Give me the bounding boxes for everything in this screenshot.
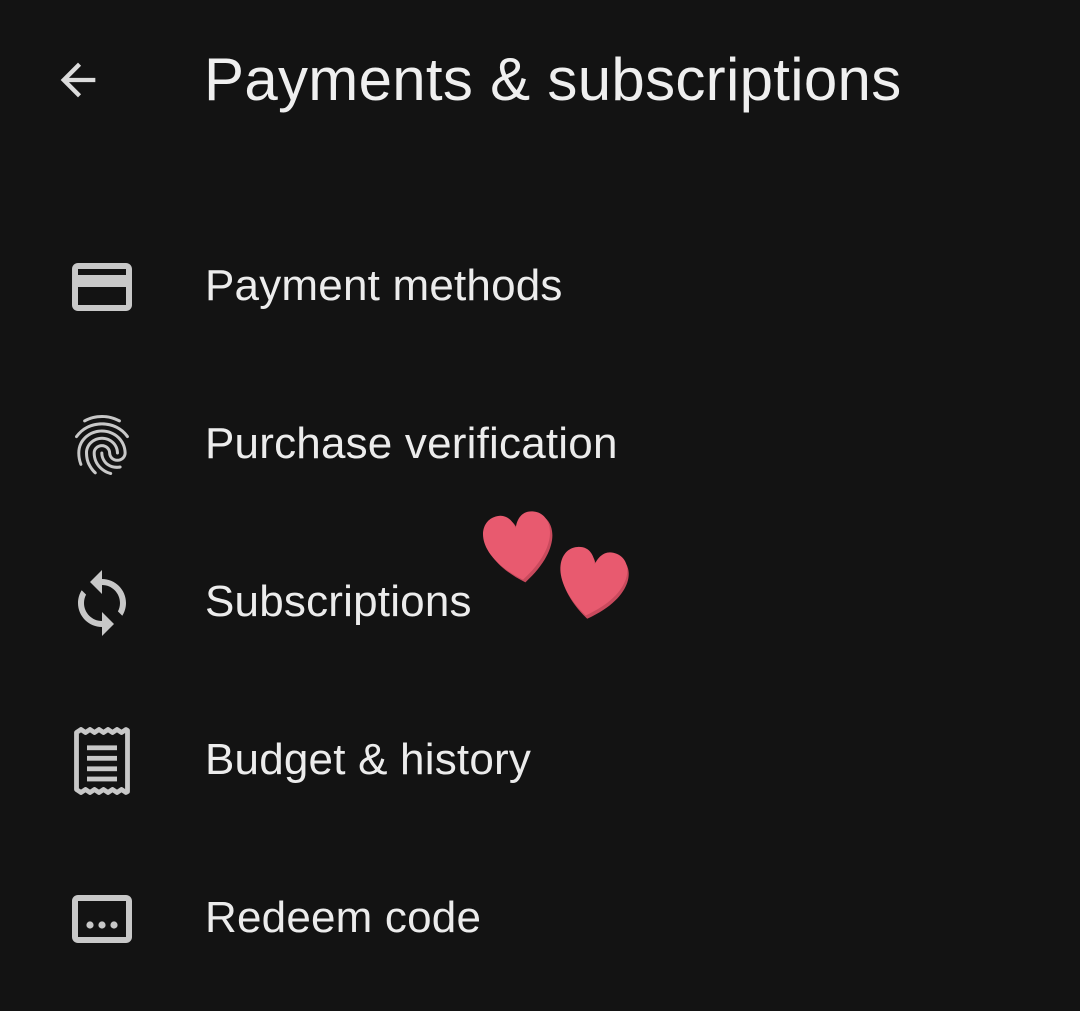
back-button[interactable] — [36, 38, 120, 122]
menu-item-purchase-verification[interactable]: Purchase verification — [0, 365, 1080, 523]
page-title: Payments & subscriptions — [204, 46, 902, 113]
fingerprint-icon — [66, 409, 138, 481]
receipt-icon — [66, 725, 138, 797]
menu-item-label: Purchase verification — [205, 419, 618, 468]
menu-item-label: Budget & history — [205, 735, 532, 784]
menu-item-payment-methods[interactable]: Payment methods — [0, 207, 1080, 365]
app-bar: Payments & subscriptions — [0, 0, 1080, 160]
menu-item-label: Redeem code — [205, 893, 482, 942]
menu-item-subscriptions[interactable]: Subscriptions — [0, 523, 1080, 681]
redeem-code-icon — [66, 883, 138, 955]
menu-item-label: Subscriptions — [205, 577, 472, 626]
arrow-back-icon — [60, 62, 96, 98]
menu-item-budget-history[interactable]: Budget & history — [0, 681, 1080, 839]
menu-item-redeem-code[interactable]: Redeem code — [0, 839, 1080, 997]
sync-icon — [66, 567, 138, 639]
menu-item-label: Payment methods — [205, 261, 563, 310]
menu-list: Payment methods Purchase verification Su… — [0, 207, 1080, 997]
credit-card-icon — [66, 251, 138, 323]
